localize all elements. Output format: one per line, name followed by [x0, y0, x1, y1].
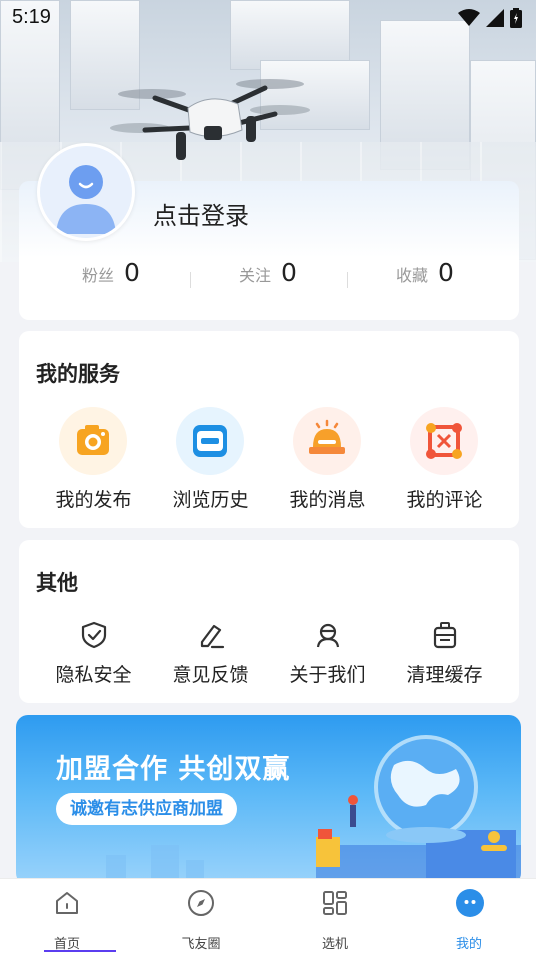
tab-home[interactable]: 首页 — [0, 879, 134, 953]
tab-label: 我的 — [455, 937, 482, 952]
globe-illustration — [316, 735, 521, 885]
comment-icon — [426, 423, 462, 459]
other-label: 清理缓存 — [406, 664, 483, 686]
service-my-messages[interactable]: 我的消息 — [269, 407, 386, 517]
tab-choose-drone[interactable]: 选机 — [268, 879, 402, 953]
trash-icon — [433, 622, 457, 649]
other-about-us[interactable]: 关于我们 — [269, 620, 386, 690]
bottom-tab-bar: 首页 飞友圈 选机 我的 — [0, 878, 536, 953]
service-my-posts[interactable]: 我的发布 — [35, 407, 152, 517]
battery-icon — [510, 8, 522, 28]
tab-label: 飞友圈 — [181, 937, 221, 952]
stat-label: 关注 — [239, 266, 272, 285]
banner-join-button[interactable]: 诚邀有志供应商加盟 — [56, 793, 237, 825]
status-time: 5:19 — [12, 6, 51, 28]
profile-icon — [456, 889, 484, 917]
avatar[interactable] — [37, 143, 135, 241]
other-label: 意见反馈 — [172, 664, 249, 686]
service-label: 我的消息 — [289, 489, 366, 511]
tab-flyer-circle[interactable]: 飞友圈 — [134, 879, 268, 953]
service-browse-history[interactable]: 浏览历史 — [152, 407, 269, 517]
home-icon — [56, 892, 78, 914]
tab-mine[interactable]: 我的 — [402, 879, 536, 953]
compass-icon — [188, 890, 214, 916]
history-icon — [193, 425, 227, 457]
service-label: 我的发布 — [55, 489, 132, 511]
divider — [347, 272, 348, 288]
stat-value: 0 — [124, 258, 140, 287]
stat-fans[interactable]: 粉丝 0 — [82, 258, 140, 287]
stat-value: 0 — [438, 258, 454, 287]
tab-indicator — [44, 950, 116, 952]
others-card: 其他 隐私安全 意见反馈 关于我们 清理缓存 — [19, 540, 519, 703]
divider — [190, 272, 191, 288]
other-privacy-security[interactable]: 隐私安全 — [35, 620, 152, 690]
partner-banner[interactable]: 加盟合作 共创双赢 诚邀有志供应商加盟 — [16, 715, 521, 885]
section-title: 我的服务 — [36, 362, 120, 386]
other-label: 隐私安全 — [55, 664, 132, 686]
tab-label: 选机 — [321, 937, 348, 952]
service-label: 浏览历史 — [172, 489, 249, 511]
camera-icon — [77, 425, 109, 455]
stat-value: 0 — [281, 258, 297, 287]
message-icon — [309, 419, 345, 454]
wifi-icon — [458, 9, 480, 26]
shield-check-icon — [81, 621, 107, 649]
edit-feedback-icon — [200, 624, 225, 649]
status-bar: 5:19 — [0, 0, 536, 36]
service-my-comments[interactable]: 我的评论 — [386, 407, 503, 517]
default-avatar-icon — [40, 146, 132, 238]
banner-title: 加盟合作 共创双赢 — [56, 754, 291, 785]
stat-favorites[interactable]: 收藏 0 — [396, 258, 454, 287]
drone-illustration — [110, 79, 310, 160]
stat-label: 粉丝 — [82, 266, 115, 285]
headset-icon — [316, 623, 340, 648]
profile-stats: 粉丝 0 关注 0 收藏 0 — [19, 258, 519, 298]
grid-icon — [323, 891, 347, 915]
other-clear-cache[interactable]: 清理缓存 — [386, 620, 503, 690]
stat-label: 收藏 — [396, 266, 429, 285]
signal-icon — [486, 9, 504, 27]
services-card: 我的服务 我的发布 浏览历史 我的消息 我的评论 — [19, 331, 519, 528]
login-link[interactable]: 点击登录 — [153, 196, 249, 231]
other-label: 关于我们 — [289, 664, 366, 686]
stat-following[interactable]: 关注 0 — [239, 258, 297, 287]
service-label: 我的评论 — [406, 489, 483, 511]
other-feedback[interactable]: 意见反馈 — [152, 620, 269, 690]
section-title: 其他 — [36, 571, 78, 595]
